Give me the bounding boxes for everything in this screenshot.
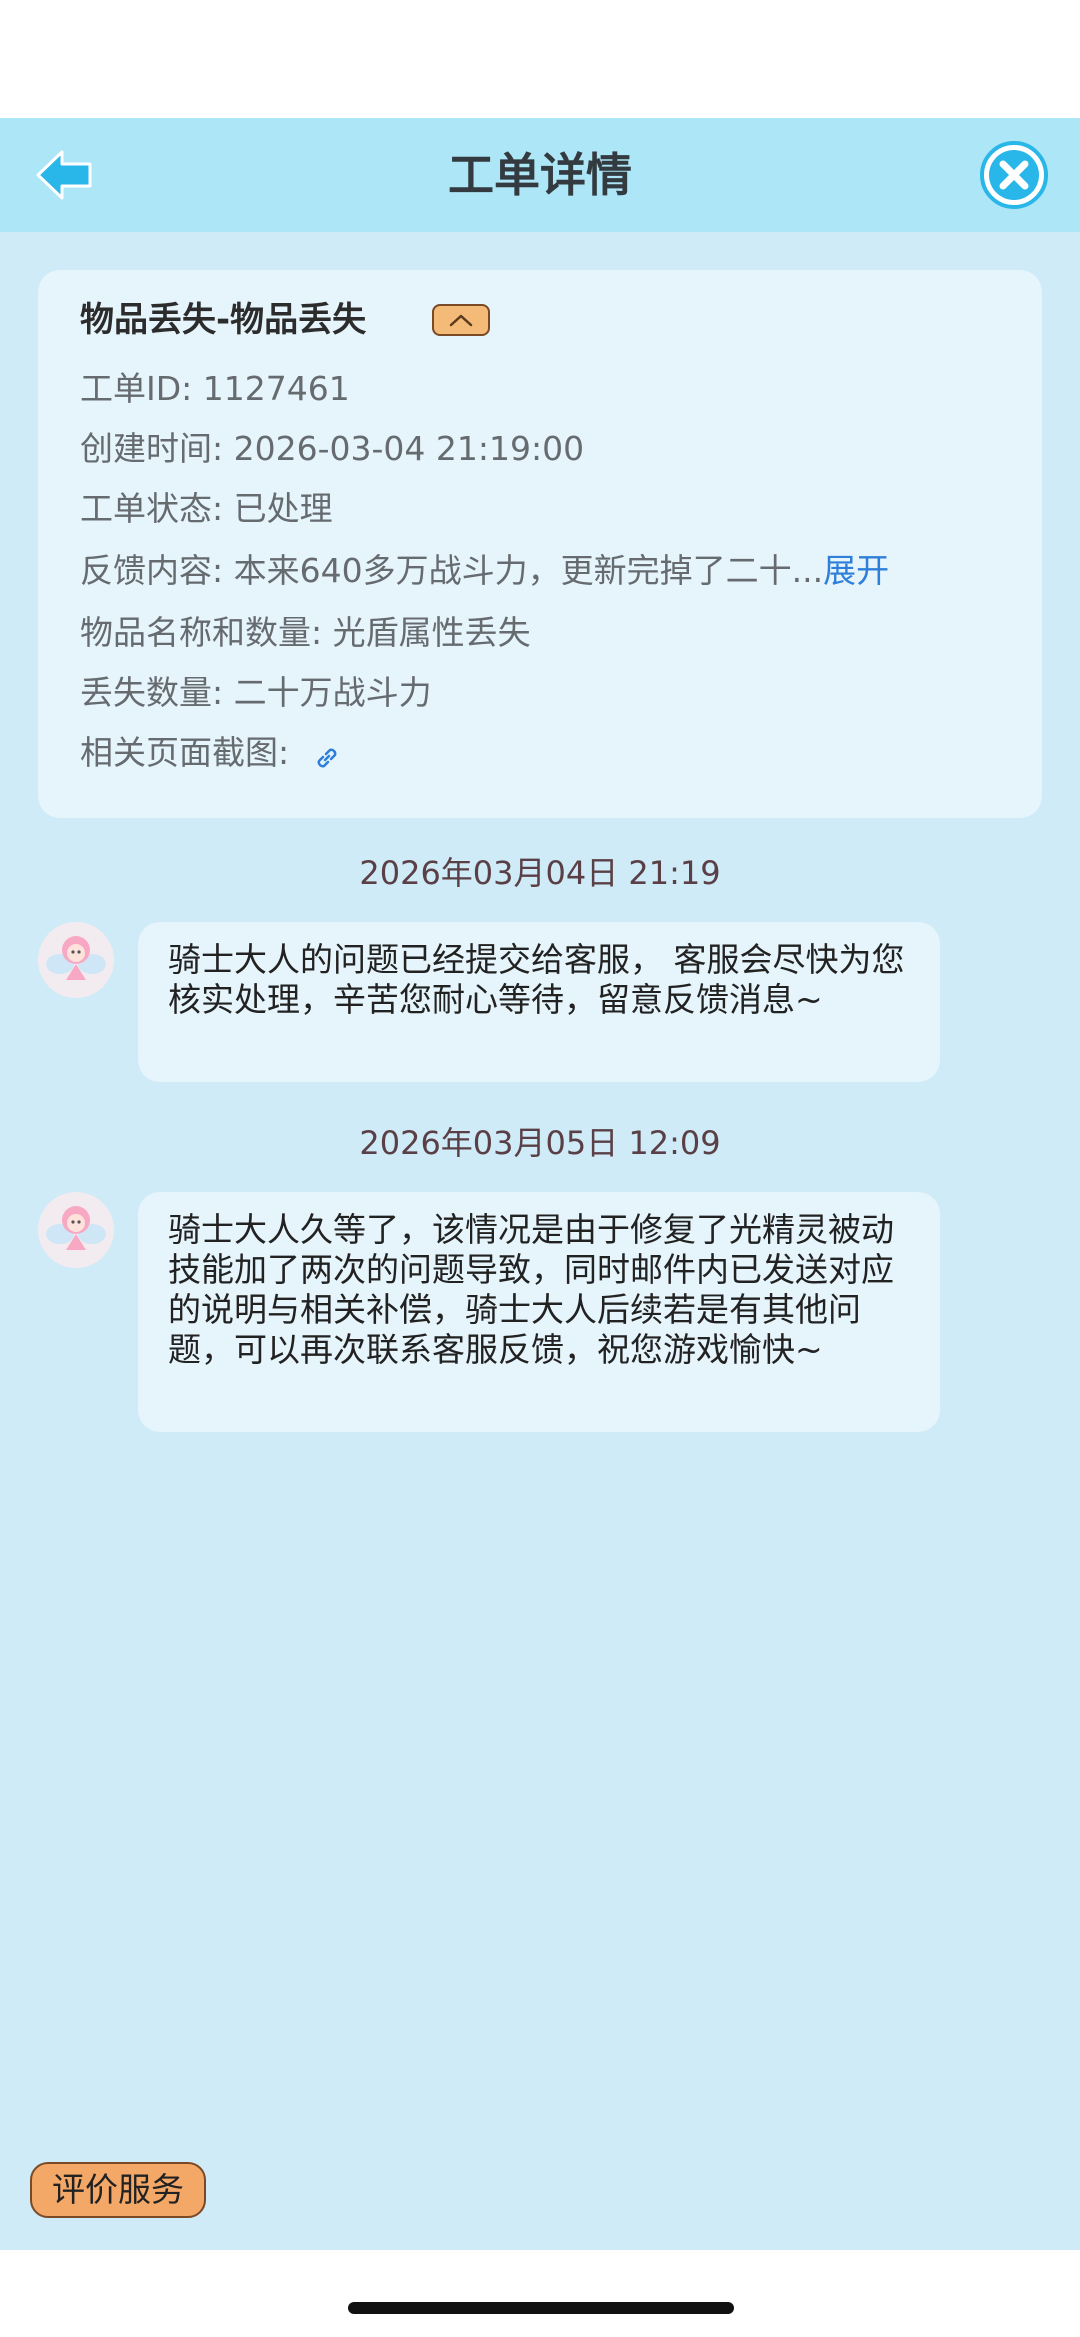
feedback-text: 反馈内容: 本来640多万战斗力，更新完掉了二十... <box>80 551 824 590</box>
expand-link[interactable]: 展开 <box>823 551 889 590</box>
ticket-title: 物品丢失-物品丢失 <box>80 300 367 340</box>
status-bar <box>0 0 1080 118</box>
fairy-avatar-icon <box>46 1206 106 1250</box>
rate-service-button[interactable]: 评价服务 <box>30 2162 206 2218</box>
message-bubble: 骑士大人久等了，该情况是由于修复了光精灵被动技能加了两次的问题导致，同时邮件内已… <box>138 1192 940 1432</box>
agent-avatar <box>38 922 114 998</box>
message-bubble: 骑士大人的问题已经提交给客服， 客服会尽快为您核实处理，辛苦您耐心等待，留意反馈… <box>138 922 940 1082</box>
item-name-row: 物品名称和数量: 光盾属性丢失 <box>80 613 531 652</box>
screenshot-row: 相关页面截图: <box>80 728 342 778</box>
lost-amount-row: 丢失数量: 二十万战斗力 <box>80 673 432 712</box>
feedback-row: 反馈内容: 本来640多万战斗力，更新完掉了二十...展开 <box>80 546 889 596</box>
fairy-avatar-icon <box>46 936 106 980</box>
collapse-button[interactable] <box>432 304 490 336</box>
page-title: 工单详情 <box>448 148 632 202</box>
message-timestamp: 2026年03月04日 21:19 <box>359 854 721 892</box>
close-button[interactable] <box>978 139 1050 211</box>
ticket-card: 物品丢失-物品丢失 工单ID: 1127461 创建时间: 2026-03-04… <box>38 270 1042 818</box>
created-time-row: 创建时间: 2026-03-04 21:19:00 <box>80 429 585 468</box>
status-row: 工单状态: 已处理 <box>80 489 333 528</box>
screenshot-label: 相关页面截图: <box>80 733 300 772</box>
home-indicator[interactable] <box>348 2302 734 2314</box>
close-circle-icon <box>980 141 1048 209</box>
agent-avatar <box>38 1192 114 1268</box>
message-timestamp: 2026年03月05日 12:09 <box>359 1124 721 1162</box>
ticket-id-row: 工单ID: 1127461 <box>80 369 350 408</box>
content-area: 物品丢失-物品丢失 工单ID: 1127461 创建时间: 2026-03-04… <box>0 232 1080 2250</box>
link-icon[interactable] <box>312 737 342 767</box>
header-bar: 工单详情 <box>0 118 1080 232</box>
chevron-up-icon <box>449 314 473 327</box>
